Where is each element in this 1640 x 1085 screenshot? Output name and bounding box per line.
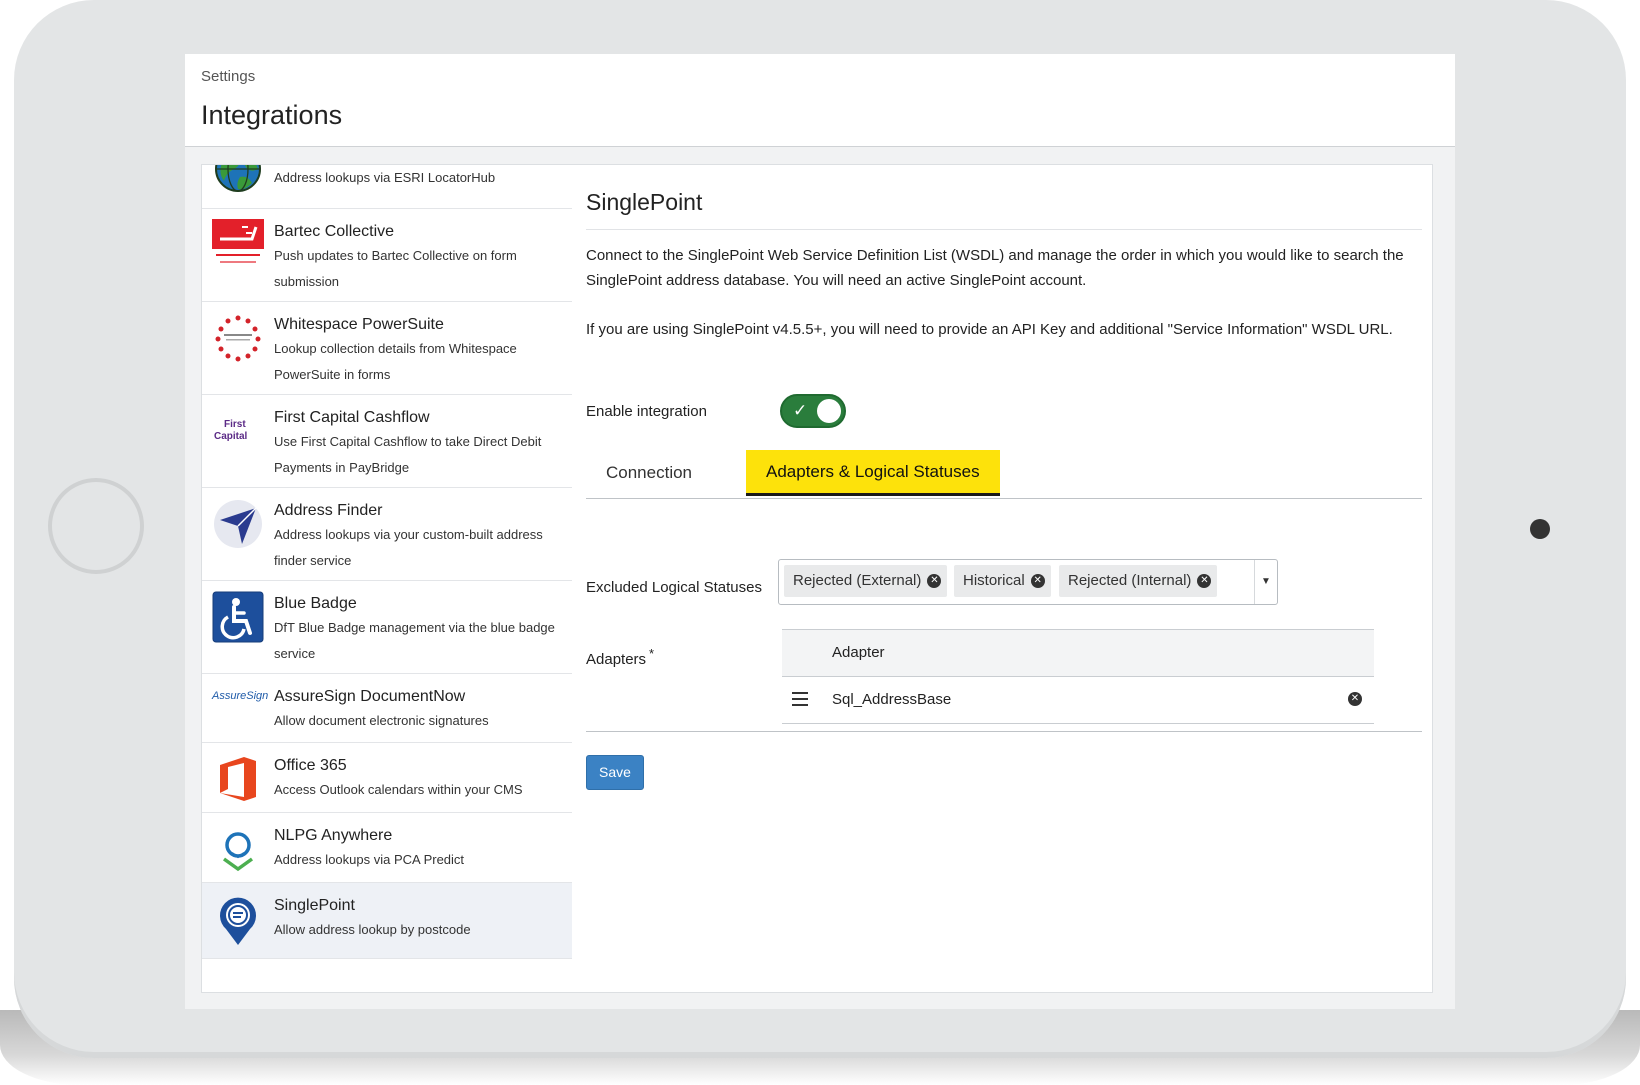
table-row: Sql_AddressBase ✕ (782, 677, 1374, 724)
camera-dot (1530, 519, 1550, 539)
adapters-table: Adapter Sql_AddressBase ✕ (782, 629, 1374, 724)
wheelchair-icon (212, 591, 264, 643)
chip-label: Rejected (Internal) (1068, 572, 1192, 589)
whitespace-logo-icon (215, 315, 261, 362)
save-button[interactable]: Save (586, 755, 644, 790)
enable-integration-toggle[interactable]: ✓ (780, 394, 846, 428)
integration-description: Address lookups via ESRI LocatorHub (274, 170, 496, 185)
chip-label: Historical (963, 572, 1025, 589)
address-finder-icon (214, 500, 262, 548)
integration-description: Push updates to Bartec Collective on for… (274, 248, 517, 289)
integration-description: Use First Capital Cashflow to take Direc… (274, 434, 542, 475)
divider (586, 731, 1422, 732)
integration-name: NLPG Anywhere (274, 827, 393, 844)
integration-list[interactable]: Address lookups via ESRI LocatorHub Bart… (201, 164, 574, 993)
globe-icon (215, 165, 261, 192)
integration-description: Address lookups via PCA Predict (274, 852, 465, 867)
integration-item-blue-badge[interactable]: Blue Badge DfT Blue Badge management via… (202, 581, 573, 674)
adapter-name: Sql_AddressBase (832, 691, 952, 708)
integration-item-address-finder[interactable]: Address Finder Address lookups via your … (202, 488, 573, 581)
integration-name: Address Finder (274, 502, 383, 519)
adapters-label-text: Adapters (586, 651, 647, 668)
status-chip: Rejected (Internal) ✕ (1059, 565, 1218, 597)
home-button (48, 478, 144, 574)
integration-detail-panel: SinglePoint Connect to the SinglePoint W… (572, 164, 1433, 993)
divider (586, 229, 1422, 230)
required-mark: * (649, 646, 655, 661)
integration-item-esri[interactable]: Address lookups via ESRI LocatorHub (202, 165, 573, 209)
integration-item-bartec[interactable]: Bartec Collective Push updates to Bartec… (202, 209, 573, 302)
remove-chip-icon[interactable]: ✕ (1197, 574, 1212, 588)
breadcrumb[interactable]: Settings (201, 68, 255, 85)
office-logo-icon (220, 757, 256, 801)
toggle-knob (817, 399, 841, 423)
integration-description-text: Connect to the SinglePoint Web Service D… (586, 247, 1404, 289)
logo-text: AssureSign (212, 690, 269, 702)
check-icon: ✓ (793, 401, 808, 420)
status-chip: Historical ✕ (954, 565, 1051, 597)
remove-adapter-icon[interactable]: ✕ (1348, 692, 1362, 706)
page-header: Settings Integrations (185, 54, 1455, 147)
nlpg-logo-icon (222, 832, 254, 872)
table-header: Adapter (782, 629, 1374, 677)
remove-chip-icon[interactable]: ✕ (927, 574, 942, 588)
integration-description: Lookup collection details from Whitespac… (274, 341, 517, 382)
integration-name: Bartec Collective (274, 223, 395, 240)
integration-name: AssureSign DocumentNow (274, 688, 466, 705)
integration-item-nlpg[interactable]: NLPG Anywhere Address lookups via PCA Pr… (202, 813, 573, 883)
adapters-label: Adapters * (586, 646, 654, 668)
integration-description: Address lookups via your custom-built ad… (274, 527, 543, 568)
detail-title: SinglePoint (586, 189, 703, 215)
logo-text: Capital (214, 431, 248, 442)
enable-integration-label: Enable integration (586, 403, 707, 420)
integration-description: Allow address lookup by postcode (274, 922, 471, 937)
excluded-statuses-label: Excluded Logical Statuses (586, 579, 762, 596)
integration-description: DfT Blue Badge management via the blue b… (274, 620, 555, 661)
bartec-logo-icon (212, 219, 264, 263)
integration-item-singlepoint[interactable]: SinglePoint Allow address lookup by post… (202, 883, 573, 959)
drag-handle-icon[interactable] (792, 692, 808, 706)
chevron-down-icon[interactable]: ▼ (1254, 560, 1277, 604)
excluded-statuses-select[interactable]: Rejected (External) ✕ Historical ✕ Rejec… (778, 559, 1278, 605)
logo-text: First (224, 419, 246, 430)
integration-item-assuresign[interactable]: AssureSign AssureSign DocumentNow Allow … (202, 674, 573, 743)
assuresign-logo-icon: AssureSign (212, 684, 268, 736)
status-chip: Rejected (External) ✕ (784, 565, 948, 597)
app-screen: Settings Integrations Address lookups vi… (185, 54, 1455, 1009)
integration-item-first-capital[interactable]: First Capital First Capital Cashflow Use… (202, 395, 573, 488)
remove-chip-icon[interactable]: ✕ (1030, 574, 1045, 588)
first-capital-logo-icon: First Capital (212, 405, 264, 457)
integration-description: Allow document electronic signatures (274, 713, 489, 728)
integration-name: First Capital Cashflow (274, 409, 430, 426)
chip-label: Rejected (External) (793, 572, 922, 589)
integration-name: Blue Badge (274, 595, 357, 612)
tab-connection[interactable]: Connection (586, 450, 712, 496)
integration-item-office-365[interactable]: Office 365 Access Outlook calendars with… (202, 743, 573, 813)
map-pin-icon (220, 897, 256, 945)
column-header-adapter: Adapter (832, 644, 885, 661)
integration-name: SinglePoint (274, 897, 355, 914)
integration-name: Whitespace PowerSuite (274, 316, 444, 333)
integration-name: Office 365 (274, 757, 347, 774)
detail-tabs: Connection Adapters & Logical Statuses (586, 450, 1422, 499)
integration-item-whitespace[interactable]: Whitespace PowerSuite Lookup collection … (202, 302, 573, 395)
tab-adapters-logical-statuses[interactable]: Adapters & Logical Statuses (746, 450, 1000, 496)
integration-description: Access Outlook calendars within your CMS (274, 782, 523, 797)
page-title: Integrations (201, 100, 343, 130)
integration-version-note: If you are using SinglePoint v4.5.5+, yo… (586, 321, 1393, 338)
